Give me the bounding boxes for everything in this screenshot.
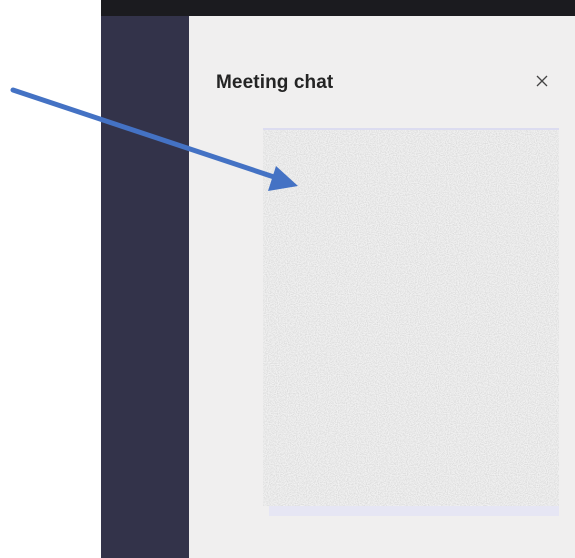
chat-message-area[interactable] — [263, 128, 559, 506]
close-button[interactable] — [529, 68, 555, 94]
chat-compose-bar[interactable] — [269, 506, 559, 516]
obscured-chat-content — [263, 130, 559, 506]
close-icon — [536, 75, 548, 87]
panel-title: Meeting chat — [216, 72, 334, 93]
meeting-chat-panel: Meeting chat — [189, 16, 575, 558]
window-top-bar — [101, 0, 575, 16]
app-rail — [101, 16, 189, 558]
